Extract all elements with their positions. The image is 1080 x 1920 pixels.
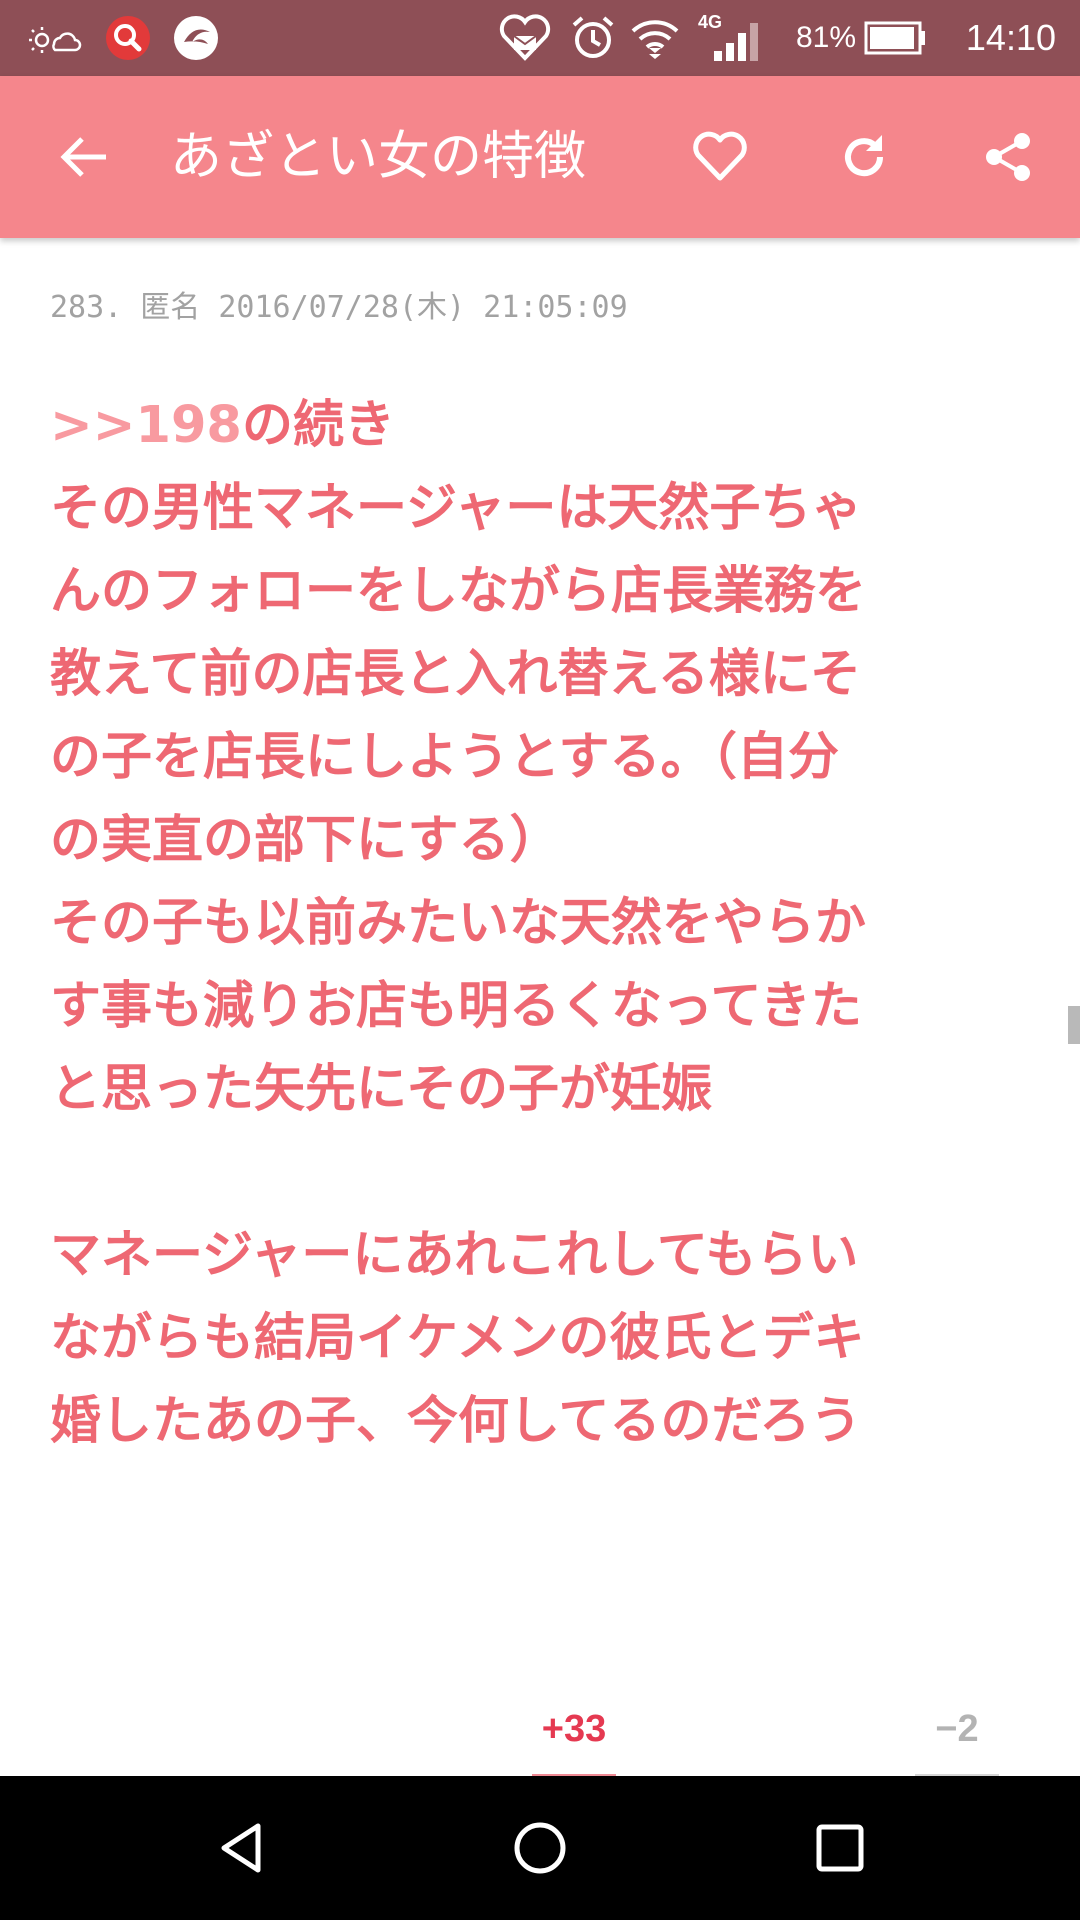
refresh-icon [845, 135, 884, 177]
minus-vote-button[interactable]: −2 [915, 1708, 999, 1778]
refresh-button[interactable] [824, 117, 904, 197]
recents-square-icon [816, 1824, 864, 1872]
comment-line: その男性マネージャーは天然子ちゃ [50, 479, 863, 538]
page-title: あざとい女の特徴 [170, 127, 587, 187]
favorite-button[interactable] [680, 117, 760, 197]
comment-blank-line [50, 1131, 1040, 1214]
comment-meta: 283. 匿名 2016/07/28(木) 21:05:09 [50, 290, 628, 325]
network-type-label: 4G [698, 12, 723, 32]
comment-line: その子も以前みたいな天然をやらか [50, 894, 867, 953]
home-circle-icon [514, 1822, 566, 1874]
heart-outline-icon [693, 131, 747, 181]
share-icon [986, 133, 1030, 181]
comment-line: ながらも結局イケメンの彼氏とデキ [50, 1309, 865, 1368]
comment-line: の子を店長にしようとする。（自分 [50, 728, 839, 787]
plus-vote-count: +33 [541, 1708, 607, 1750]
comment-body: >>198の続き その男性マネージャーは天然子ちゃ んのフォローをしながら店長業… [50, 384, 1040, 1463]
nav-recents-button[interactable] [790, 1798, 890, 1898]
anchor-suffix: の続き [241, 396, 395, 455]
back-arrow-icon [60, 137, 106, 177]
navigation-bar [0, 1776, 1080, 1920]
nav-back-button[interactable] [192, 1798, 292, 1898]
alarm-icon [570, 0, 616, 76]
back-triangle-icon [221, 1823, 261, 1873]
comment-line: と思った矢先にその子が妊娠 [50, 1060, 712, 1119]
comment-line: す事も減りお店も明るくなってきた [50, 977, 862, 1036]
share-button[interactable] [968, 117, 1048, 197]
signal-icon: 4G [698, 0, 760, 76]
minus-vote-count: −2 [935, 1708, 979, 1750]
app-swirl-icon [172, 0, 220, 76]
clock: 14:10 [965, 17, 1056, 58]
nav-home-button[interactable] [490, 1798, 590, 1898]
comment-line: んのフォローをしながら店長業務を [50, 562, 867, 621]
comment-line: マネージャーにあれこれしてもらい [50, 1226, 859, 1285]
app-bar: あざとい女の特徴 [0, 76, 1080, 238]
battery-percent: 81% [795, 21, 856, 54]
weather-icon [28, 0, 84, 76]
comment-first-line: >>198の続き [50, 384, 1040, 467]
reply-anchor-link[interactable]: >>198 [50, 396, 242, 455]
wifi-icon [630, 0, 680, 76]
comment-line: 婚したあの子、今何してるのだろう [50, 1392, 862, 1451]
status-bar: 4G 81% 14:10 [0, 0, 1080, 76]
scrollbar-thumb[interactable] [1068, 1006, 1080, 1044]
back-button[interactable] [44, 117, 124, 197]
heart-notification-icon [498, 0, 552, 76]
comment-line: 教えて前の店長と入れ替える様にそ [50, 645, 861, 704]
battery-icon [864, 0, 926, 76]
plus-vote-button[interactable]: +33 [532, 1708, 616, 1778]
comment-line: の実直の部下にする） [50, 811, 561, 870]
search-app-icon [104, 0, 152, 76]
